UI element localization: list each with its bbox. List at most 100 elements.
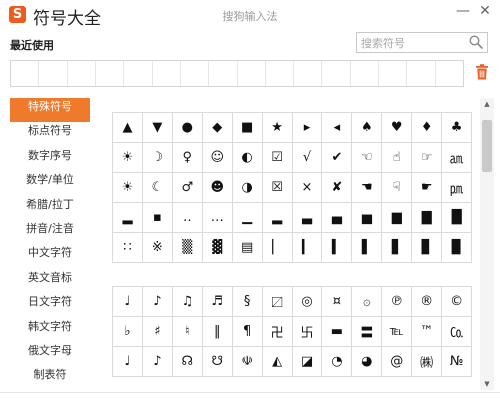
symbol-cell[interactable]: ☟ (382, 173, 413, 203)
symbol-cell[interactable]: 卍 (262, 317, 293, 347)
recent-symbol-slot[interactable] (407, 61, 436, 86)
recent-symbol-slot[interactable] (181, 61, 210, 86)
symbol-cell[interactable]: ♮ (172, 317, 203, 347)
symbol-cell[interactable]: ☻ (202, 173, 233, 203)
symbol-cell[interactable]: ▅ (352, 203, 383, 233)
recent-symbol-slot[interactable] (11, 61, 40, 86)
symbol-cell[interactable]: № (442, 347, 473, 377)
symbol-cell[interactable]: ♪ (142, 287, 173, 317)
symbol-cell[interactable]: ▼ (142, 113, 173, 143)
symbol-cell[interactable]: © (442, 287, 473, 317)
recent-symbol-slot[interactable] (238, 61, 266, 86)
symbol-cell[interactable]: ♠ (352, 113, 383, 143)
recent-symbol-slot[interactable] (294, 61, 323, 86)
symbol-cell[interactable]: ☀ (113, 143, 143, 173)
symbol-cell[interactable]: ☞ (412, 143, 443, 173)
symbol-cell[interactable]: ▤ (232, 233, 263, 263)
symbol-cell[interactable]: ☋ (202, 347, 233, 377)
recent-symbol-slot[interactable] (68, 61, 96, 86)
recent-symbol-slot[interactable] (351, 61, 380, 86)
category-item[interactable]: 中文字符 (10, 244, 90, 268)
symbol-cell[interactable]: ◭ (262, 347, 293, 377)
minimize-button[interactable]: — (452, 3, 474, 25)
symbol-cell[interactable]: ☀ (113, 173, 143, 203)
symbol-cell[interactable]: ㈱ (412, 347, 443, 377)
symbol-cell[interactable]: ☺ (202, 143, 233, 173)
symbol-cell[interactable]: ✔ (322, 143, 353, 173)
category-item[interactable]: 韩文字符 (10, 318, 90, 342)
category-item[interactable]: 日文字符 (10, 293, 90, 317)
symbol-cell[interactable]: ☑ (262, 143, 293, 173)
symbol-cell[interactable]: ▁ (232, 203, 263, 233)
symbol-cell[interactable]: ㏘ (442, 173, 473, 203)
symbol-cell[interactable]: ▇ (412, 203, 443, 233)
scroll-down-arrow-icon[interactable]: ▼ (480, 378, 494, 390)
recent-symbol-slot[interactable] (39, 61, 68, 86)
scrollbar-thumb[interactable] (482, 120, 492, 172)
symbol-cell[interactable]: ☚ (352, 173, 383, 203)
symbol-cell[interactable]: ☛ (412, 173, 443, 203)
symbol-cell[interactable]: ® (412, 287, 443, 317)
symbol-cell[interactable]: ◔ (322, 347, 353, 377)
symbol-cell[interactable]: ¶ (232, 317, 263, 347)
symbol-cell[interactable]: ◂ (322, 113, 353, 143)
vertical-scrollbar[interactable]: ▲ ▼ (480, 98, 494, 390)
symbol-cell[interactable]: ◎ (292, 287, 323, 317)
symbol-cell[interactable]: ☾ (142, 173, 173, 203)
symbol-cell[interactable]: ℡ (382, 317, 413, 347)
symbol-cell[interactable]: ▃ (292, 203, 323, 233)
symbol-cell[interactable]: ◐ (232, 143, 263, 173)
category-item[interactable]: 俄文字母 (10, 342, 90, 366)
symbol-cell[interactable]: ▂ (262, 203, 293, 233)
category-item[interactable]: 数学/单位 (10, 171, 90, 195)
symbol-cell[interactable]: ♀ (172, 143, 203, 173)
symbol-cell[interactable]: ☫ (232, 347, 263, 377)
symbol-cell[interactable]: ▍ (322, 233, 353, 263)
symbol-cell[interactable]: ▌ (352, 233, 383, 263)
symbol-cell[interactable]: ♩ (113, 287, 143, 317)
symbol-cell[interactable]: ♫ (172, 287, 203, 317)
recent-symbol-slot[interactable] (266, 61, 295, 86)
symbol-cell[interactable]: ※ (142, 233, 173, 263)
symbol-cell[interactable]: ♂ (172, 173, 203, 203)
symbol-cell[interactable]: ♯ (142, 317, 173, 347)
symbol-cell[interactable]: ▄ (322, 203, 353, 233)
symbol-cell[interactable]: ◕ (352, 347, 383, 377)
symbol-cell[interactable]: 〓 (352, 317, 383, 347)
recent-symbol-slot[interactable] (209, 61, 238, 86)
symbol-cell[interactable]: 〼 (262, 287, 293, 317)
symbol-cell[interactable]: ▆ (382, 203, 413, 233)
category-item[interactable]: 特殊符号 (10, 98, 90, 123)
category-item[interactable]: 拼音/注音 (10, 220, 90, 244)
scroll-up-arrow-icon[interactable]: ▲ (480, 98, 494, 110)
symbol-cell[interactable]: ☒ (262, 173, 293, 203)
symbol-cell[interactable]: ▬ (322, 317, 353, 347)
symbol-cell[interactable]: @ (382, 347, 413, 377)
symbol-cell[interactable]: ◪ (292, 347, 323, 377)
symbol-cell[interactable]: ™ (412, 317, 443, 347)
symbol-cell[interactable]: ♭ (113, 317, 143, 347)
symbol-cell[interactable]: ‥ (172, 203, 203, 233)
symbol-cell[interactable]: ★ (262, 113, 293, 143)
symbol-cell[interactable]: ☜ (352, 143, 383, 173)
recent-symbol-slot[interactable] (124, 61, 153, 86)
symbol-cell[interactable]: § (232, 287, 263, 317)
category-item[interactable]: 希腊/拉丁 (10, 196, 90, 220)
symbol-cell[interactable]: ㏇ (442, 317, 473, 347)
symbol-cell[interactable]: ▏ (262, 233, 293, 263)
symbol-cell[interactable]: ▎ (292, 233, 323, 263)
close-button[interactable]: ✕ (474, 3, 496, 25)
symbol-cell[interactable]: ● (172, 113, 203, 143)
search-icon[interactable] (468, 34, 484, 50)
search-box[interactable] (356, 32, 488, 53)
category-item[interactable]: 英文音标 (10, 269, 90, 293)
recent-symbol-slot[interactable] (379, 61, 408, 86)
symbol-cell[interactable]: ☽ (142, 143, 173, 173)
category-item[interactable]: 标点符号 (10, 122, 90, 146)
symbol-cell[interactable]: ♥ (382, 113, 413, 143)
symbol-cell[interactable]: ◑ (232, 173, 263, 203)
symbol-cell[interactable]: ▪ (142, 203, 173, 233)
symbol-cell[interactable]: ∷ (113, 233, 143, 263)
symbol-cell[interactable]: ▋ (382, 233, 413, 263)
category-item[interactable]: 数字序号 (10, 147, 90, 171)
